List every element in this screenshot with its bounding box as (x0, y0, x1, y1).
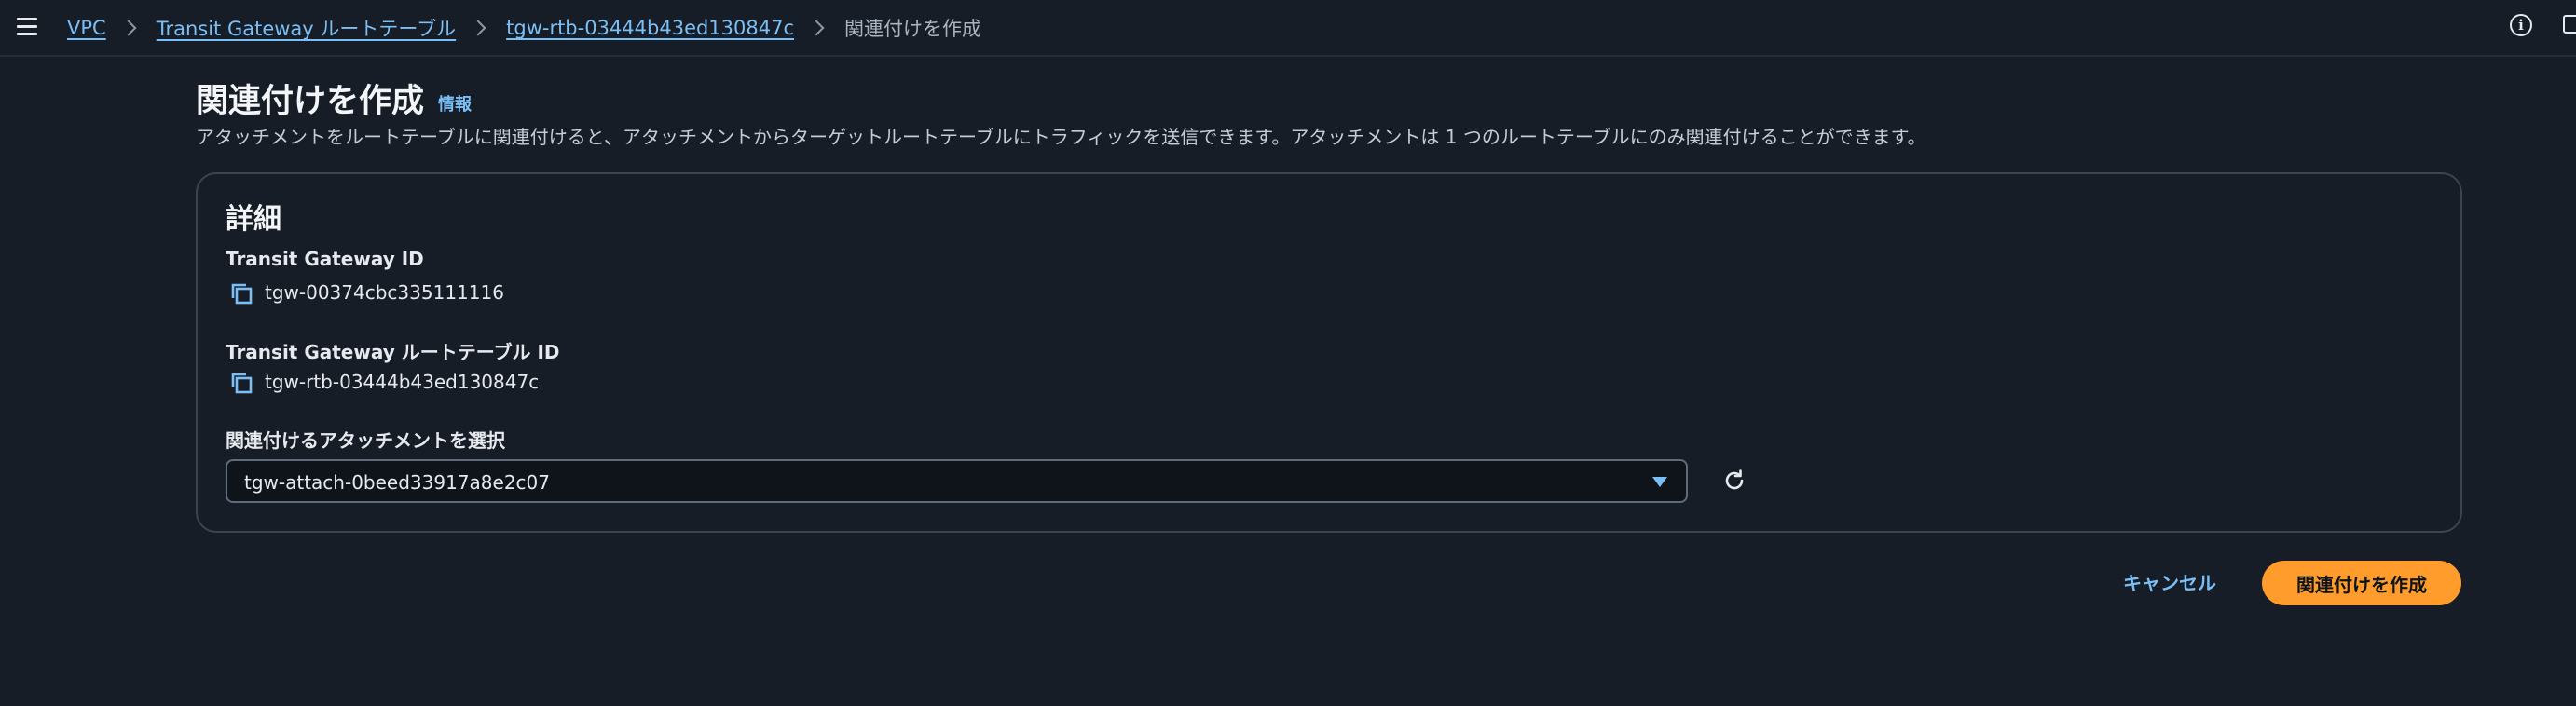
chevron-right-icon (470, 20, 486, 36)
transit-gateway-id-label: Transit Gateway ID (226, 248, 424, 270)
menu-icon[interactable] (17, 13, 43, 39)
transit-gateway-id-value: tgw-00374cbc335111116 (265, 281, 504, 304)
page-title: 関連付けを作成 (196, 83, 425, 120)
breadcrumb-route-table-id[interactable]: tgw-rtb-03444b43ed130847c (506, 17, 794, 39)
attachment-select[interactable]: tgw-attach-0beed33917a8e2c07 (226, 459, 1688, 503)
copy-icon[interactable] (229, 281, 253, 305)
info-circle-icon[interactable]: i (2510, 14, 2532, 36)
chevron-right-icon (120, 20, 137, 36)
breadcrumb-vpc[interactable]: VPC (67, 17, 106, 39)
copy-icon[interactable] (229, 371, 253, 395)
attachment-select-value: tgw-attach-0beed33917a8e2c07 (244, 471, 550, 494)
feedback-icon[interactable] (2563, 15, 2576, 34)
details-title: 詳細 (226, 203, 281, 236)
info-link[interactable]: 情報 (438, 91, 472, 115)
route-table-id-value: tgw-rtb-03444b43ed130847c (265, 371, 540, 393)
cancel-button[interactable]: キャンセル (2116, 559, 2224, 604)
breadcrumb-current: 関連付けを作成 (844, 18, 982, 40)
top-navigation-bar: VPC Transit Gateway ルートテーブル tgw-rtb-0344… (0, 0, 2576, 57)
chevron-right-icon (808, 20, 825, 36)
route-table-id-label: Transit Gateway ルートテーブル ID (226, 341, 560, 363)
refresh-icon[interactable] (1720, 467, 1748, 495)
attachment-select-label: 関連付けるアタッチメントを選択 (226, 429, 505, 452)
breadcrumb: VPC Transit Gateway ルートテーブル tgw-rtb-0344… (67, 13, 981, 43)
breadcrumb-route-tables[interactable]: Transit Gateway ルートテーブル (157, 14, 456, 42)
page-description: アタッチメントをルートテーブルに関連付けると、アタッチメントからターゲットルート… (196, 126, 1926, 148)
create-association-button[interactable]: 関連付けを作成 (2262, 561, 2461, 605)
caret-down-icon (1652, 477, 1667, 487)
